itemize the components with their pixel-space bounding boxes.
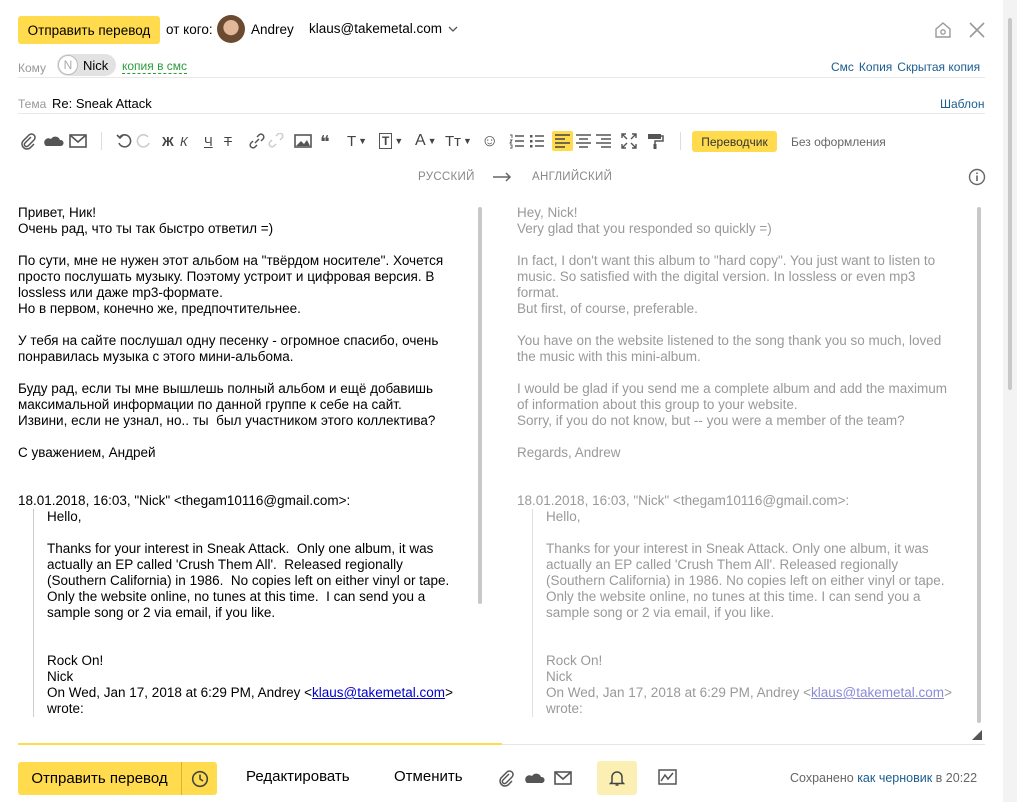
undo-icon[interactable] (116, 133, 132, 149)
home-icon[interactable] (934, 21, 952, 39)
original-body: Привет, Ник! Очень рад, что ты так быстр… (18, 205, 444, 460)
bcc-link[interactable]: Скрытая копия (897, 60, 980, 74)
divider (680, 132, 681, 150)
subject-label: Тема (18, 97, 47, 111)
quote-icon[interactable]: ❝ (319, 133, 337, 149)
recipient-avatar: N (58, 55, 78, 75)
translation-progress (18, 743, 502, 745)
original-quote-header: 18.01.2018, 16:03, "Nick" <thegam10116@g… (18, 493, 351, 508)
underline-button[interactable]: Ч (204, 131, 213, 151)
mail-icon[interactable] (69, 134, 87, 148)
align-right-icon[interactable] (595, 132, 612, 150)
translation-quote-body: Hello, Thanks for your interest in Sneak… (546, 509, 945, 684)
paperclip-icon[interactable] (497, 769, 515, 787)
save-status-time: в 20:22 (935, 771, 978, 785)
info-icon[interactable] (968, 168, 986, 186)
copy-link[interactable]: Копия (859, 60, 892, 74)
chevron-down-icon (448, 26, 458, 32)
text-color-icon[interactable]: T ▼ (379, 131, 403, 151)
subject-input[interactable]: Re: Sneak Attack (52, 96, 152, 111)
reminder-button[interactable] (597, 761, 637, 795)
edit-button[interactable]: Редактировать (246, 768, 350, 785)
send-button-group: Отправить перевод (18, 762, 217, 795)
target-language[interactable]: АНГЛИЙСКИЙ (532, 171, 612, 183)
align-center-icon[interactable] (575, 132, 592, 150)
resize-handle-icon[interactable] (972, 730, 982, 740)
mail-icon[interactable] (554, 771, 572, 785)
divider (18, 113, 985, 114)
align-left-button[interactable] (552, 131, 573, 151)
numbered-list-icon[interactable] (509, 133, 525, 149)
italic-button[interactable]: К (180, 131, 188, 151)
template-link[interactable]: Шаблон (940, 97, 984, 111)
cloud-icon[interactable] (525, 770, 545, 786)
bold-button[interactable]: Ж (162, 131, 174, 151)
clock-icon (191, 770, 208, 787)
font-size-icon[interactable]: Tт ▼ (445, 131, 472, 151)
bullet-list-icon[interactable] (529, 133, 545, 149)
original-scrollbar[interactable] (478, 207, 482, 604)
sms-link[interactable]: Смс (831, 60, 854, 74)
quote-wrote-close: > (445, 685, 453, 700)
translation-quote-wrote-2: wrote: (546, 701, 583, 716)
drafts-link[interactable]: как черновик (857, 771, 932, 785)
translator-button[interactable]: Переводчик (692, 131, 777, 152)
sender-email: klaus@takemetal.com (309, 21, 443, 36)
svg-text:❝: ❝ (320, 133, 330, 149)
from-label: от кого: (166, 22, 213, 37)
close-icon[interactable] (968, 21, 986, 39)
arrow-right-icon[interactable] (492, 172, 512, 182)
send-translation-button[interactable]: Отправить перевод (18, 16, 160, 44)
recipient-options: Смс Копия Скрытая копия (831, 60, 980, 74)
translation-pane: Hey, Nick! Very glad that you responded … (517, 205, 969, 733)
translation-scrollbar[interactable] (977, 207, 981, 723)
translation-quote: Hello, Thanks for your interest in Sneak… (532, 509, 969, 717)
fullscreen-icon[interactable] (621, 133, 637, 149)
to-label: Кому (18, 61, 47, 75)
sender-email-select[interactable]: klaus@takemetal.com (309, 21, 458, 36)
email-link[interactable]: klaus@takemetal.com (312, 685, 445, 700)
font-icon[interactable]: A ▼ (415, 131, 437, 151)
recipient-chip[interactable]: N Nick (57, 54, 116, 76)
sender-name: Andrey (251, 22, 294, 37)
send-translation-footer-button[interactable]: Отправить перевод (18, 762, 181, 795)
email-link[interactable]: klaus@takemetal.com (811, 685, 944, 700)
divider (101, 132, 102, 150)
original-quote-wrote-2: wrote: (47, 701, 84, 716)
save-status-text: Сохранено (790, 771, 854, 785)
save-status: Сохранено как черновик в 20:22 (790, 771, 977, 785)
quote-wrote-text: On Wed, Jan 17, 2018 at 6:29 PM, Andrey … (47, 685, 313, 700)
avatar[interactable] (217, 15, 245, 43)
original-pane[interactable]: Привет, Ник! Очень рад, что ты так быстр… (18, 205, 480, 733)
original-quote: Hello, Thanks for your interest in Sneak… (33, 509, 480, 717)
image-icon[interactable] (294, 134, 312, 148)
paperclip-icon[interactable] (19, 132, 37, 150)
cancel-button[interactable]: Отменить (394, 768, 463, 785)
quote-wrote-close: > (944, 685, 952, 700)
original-quote-body: Hello, Thanks for your interest in Sneak… (47, 509, 450, 684)
quote-wrote-text: On Wed, Jan 17, 2018 at 6:29 PM, Andrey … (546, 685, 812, 700)
unlink-icon[interactable] (268, 133, 284, 149)
strikethrough-button[interactable]: Т (224, 131, 232, 151)
translation-body: Hey, Nick! Very glad that you responded … (517, 205, 947, 460)
text-format-icon[interactable]: T ▼ (347, 131, 367, 151)
emoji-icon[interactable]: ☺ (481, 131, 498, 151)
original-quote-wrote: On Wed, Jan 17, 2018 at 6:29 PM, Andrey … (47, 685, 480, 701)
chart-icon[interactable] (658, 769, 677, 785)
schedule-send-button[interactable] (182, 762, 217, 795)
align-left-icon (555, 134, 570, 148)
page-scrollbar[interactable] (1008, 18, 1012, 390)
redo-icon[interactable] (136, 133, 152, 149)
link-icon[interactable] (248, 133, 266, 149)
divider (18, 77, 985, 78)
bell-icon (609, 771, 625, 786)
cloud-icon[interactable] (44, 133, 64, 149)
translation-quote-header: 18.01.2018, 16:03, "Nick" <thegam10116@g… (517, 493, 850, 508)
translation-quote-wrote: On Wed, Jan 17, 2018 at 6:29 PM, Andrey … (546, 685, 969, 701)
plain-text-button[interactable]: Без оформления (791, 135, 886, 149)
copy-sms-link[interactable]: копия в смс (122, 59, 188, 74)
format-painter-icon[interactable] (646, 132, 664, 150)
source-language[interactable]: РУССКИЙ (418, 171, 475, 183)
recipient-name: Nick (83, 57, 109, 73)
